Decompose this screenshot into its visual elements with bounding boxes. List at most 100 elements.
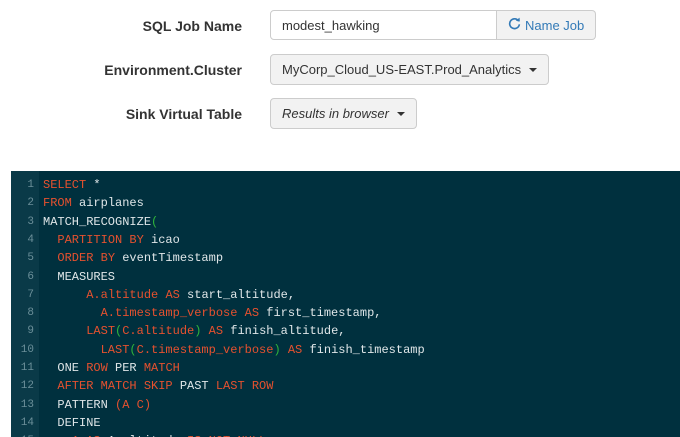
sql-keyword: AS (287, 342, 303, 357)
code-text: A AS A.altitude IS NOT NULL (43, 432, 266, 437)
sql-keyword: C.timestamp_verbose (136, 342, 274, 357)
code-line[interactable]: 11 ONE ROW PER MATCH (11, 359, 680, 377)
sql-keyword: MATCH (143, 361, 180, 375)
code-token: PAST (172, 379, 216, 394)
line-number: 15 (11, 432, 34, 437)
line-number: 5 (27, 252, 34, 265)
code-line[interactable]: 2 FROM airplanes (11, 194, 680, 212)
line-number: 12 (20, 380, 34, 393)
code-text: LAST(C.altitude) AS finish_altitude, (43, 322, 345, 340)
code-line[interactable]: 9 LAST(C.altitude) AS finish_altitude, (11, 322, 680, 340)
code-line[interactable]: 12 AFTER MATCH SKIP PAST LAST ROW (11, 377, 680, 395)
environment-label: Environment.Cluster (104, 62, 242, 78)
code-line[interactable]: 13 PATTERN (A C) (11, 396, 680, 414)
code-token: airplanes (71, 196, 144, 211)
sql-keyword: C.altitude (122, 324, 195, 339)
sink-label: Sink Virtual Table (125, 106, 242, 122)
code-text: MEASURES (43, 268, 115, 286)
code-line[interactable]: 15 A AS A.altitude IS NOT NULL (11, 432, 680, 437)
sql-keyword: A.timestamp_verbose (100, 306, 238, 321)
line-number: 14 (20, 416, 34, 429)
sql-keyword: (A C) (115, 397, 152, 412)
sink-dropdown[interactable]: Results in browser (270, 98, 417, 129)
code-line[interactable]: 3 MATCH_RECOGNIZE( (11, 213, 680, 231)
code-text: PATTERN (A C) (43, 396, 151, 414)
sql-keyword: SELECT (43, 178, 87, 192)
sql-keyword: LAST (86, 324, 116, 339)
code-text: LAST(C.timestamp_verbose) AS finish_time… (43, 341, 425, 359)
paren-token: ( (151, 214, 159, 229)
name-job-button[interactable]: Name Job (497, 10, 597, 40)
paren-token: ( (129, 342, 137, 357)
line-number: 10 (20, 343, 34, 356)
line-number: 9 (27, 325, 34, 338)
code-token: start_altitude, (179, 287, 296, 302)
sql-keyword: LAST ROW (215, 379, 274, 394)
code-token: first_timestamp, (259, 306, 382, 321)
code-token: MATCH_RECOGNIZE (43, 214, 152, 229)
environment-dropdown[interactable]: MyCorp_Cloud_US-EAST.Prod_Analytics (270, 54, 550, 85)
sink-row: Sink Virtual Table Results in browser (0, 98, 680, 130)
refresh-icon (508, 17, 521, 33)
environment-row: Environment.Cluster MyCorp_Cloud_US-EAST… (0, 54, 680, 86)
sql-keyword: PARTITION BY (57, 232, 144, 247)
line-number: 3 (27, 215, 34, 228)
sql-keyword: ORDER BY (57, 251, 116, 266)
sql-keyword: FROM (43, 196, 72, 211)
caret-down-icon (396, 111, 405, 116)
code-line[interactable]: 10 LAST(C.timestamp_verbose) AS finish_t… (11, 341, 680, 359)
paren-token: ) (273, 342, 281, 357)
caret-down-icon (529, 67, 538, 72)
code-line[interactable]: 6 MEASURES (11, 268, 680, 286)
code-text: PARTITION BY icao (43, 231, 179, 249)
code-text: A.altitude AS start_altitude, (43, 286, 295, 304)
code-text: A.timestamp_verbose AS first_timestamp, (43, 304, 382, 322)
code-token: eventTimestamp (115, 251, 224, 266)
code-text: SELECT * (43, 176, 101, 194)
code-line[interactable]: 8 A.timestamp_verbose AS first_timestamp… (11, 304, 680, 322)
line-number: 7 (27, 288, 34, 301)
line-number: 8 (27, 307, 34, 320)
line-number: 2 (27, 197, 34, 210)
code-line[interactable]: 1 SELECT * (11, 176, 680, 194)
code-token: PER (107, 361, 144, 375)
line-number: 6 (27, 270, 34, 283)
line-number: 4 (27, 233, 34, 246)
job-name-row: SQL Job Name Name Job (0, 10, 680, 42)
job-name-input-group: Name Job (270, 10, 597, 40)
line-number: 11 (20, 362, 34, 374)
code-line[interactable]: 5 ORDER BY eventTimestamp (11, 249, 680, 267)
code-text: DEFINE (43, 414, 101, 432)
name-job-label: Name Job (525, 17, 585, 33)
job-name-input[interactable] (270, 10, 497, 40)
sql-keyword: A.altitude (86, 287, 159, 302)
code-token: finish_altitude, (223, 324, 346, 339)
code-text: FROM airplanes (43, 194, 144, 212)
line-number: 13 (20, 398, 34, 411)
code-text: ONE ROW PER MATCH (43, 359, 180, 377)
code-line[interactable]: 14 DEFINE (11, 414, 680, 432)
sql-keyword: AS (244, 306, 260, 321)
code-line[interactable]: 7 A.altitude AS start_altitude, (11, 286, 680, 304)
sql-keyword: AFTER MATCH SKIP (57, 379, 173, 394)
code-text: MATCH_RECOGNIZE( (43, 213, 158, 231)
line-number: 1 (27, 179, 34, 191)
code-token: finish_timestamp (302, 342, 425, 357)
code-token: MEASURES (43, 269, 116, 284)
code-line[interactable]: 4 PARTITION BY icao (11, 231, 680, 249)
code-token: PATTERN (43, 397, 116, 412)
sql-editor[interactable]: 1 SELECT * 2 FROM airplanes 3 MATCH_RECOGNIZE… (11, 171, 680, 437)
code-token: DEFINE (43, 415, 101, 430)
code-text: ORDER BY eventTimestamp (43, 249, 223, 267)
sql-keyword: AS (165, 287, 180, 302)
environment-selected: MyCorp_Cloud_US-EAST.Prod_Analytics (282, 62, 522, 77)
